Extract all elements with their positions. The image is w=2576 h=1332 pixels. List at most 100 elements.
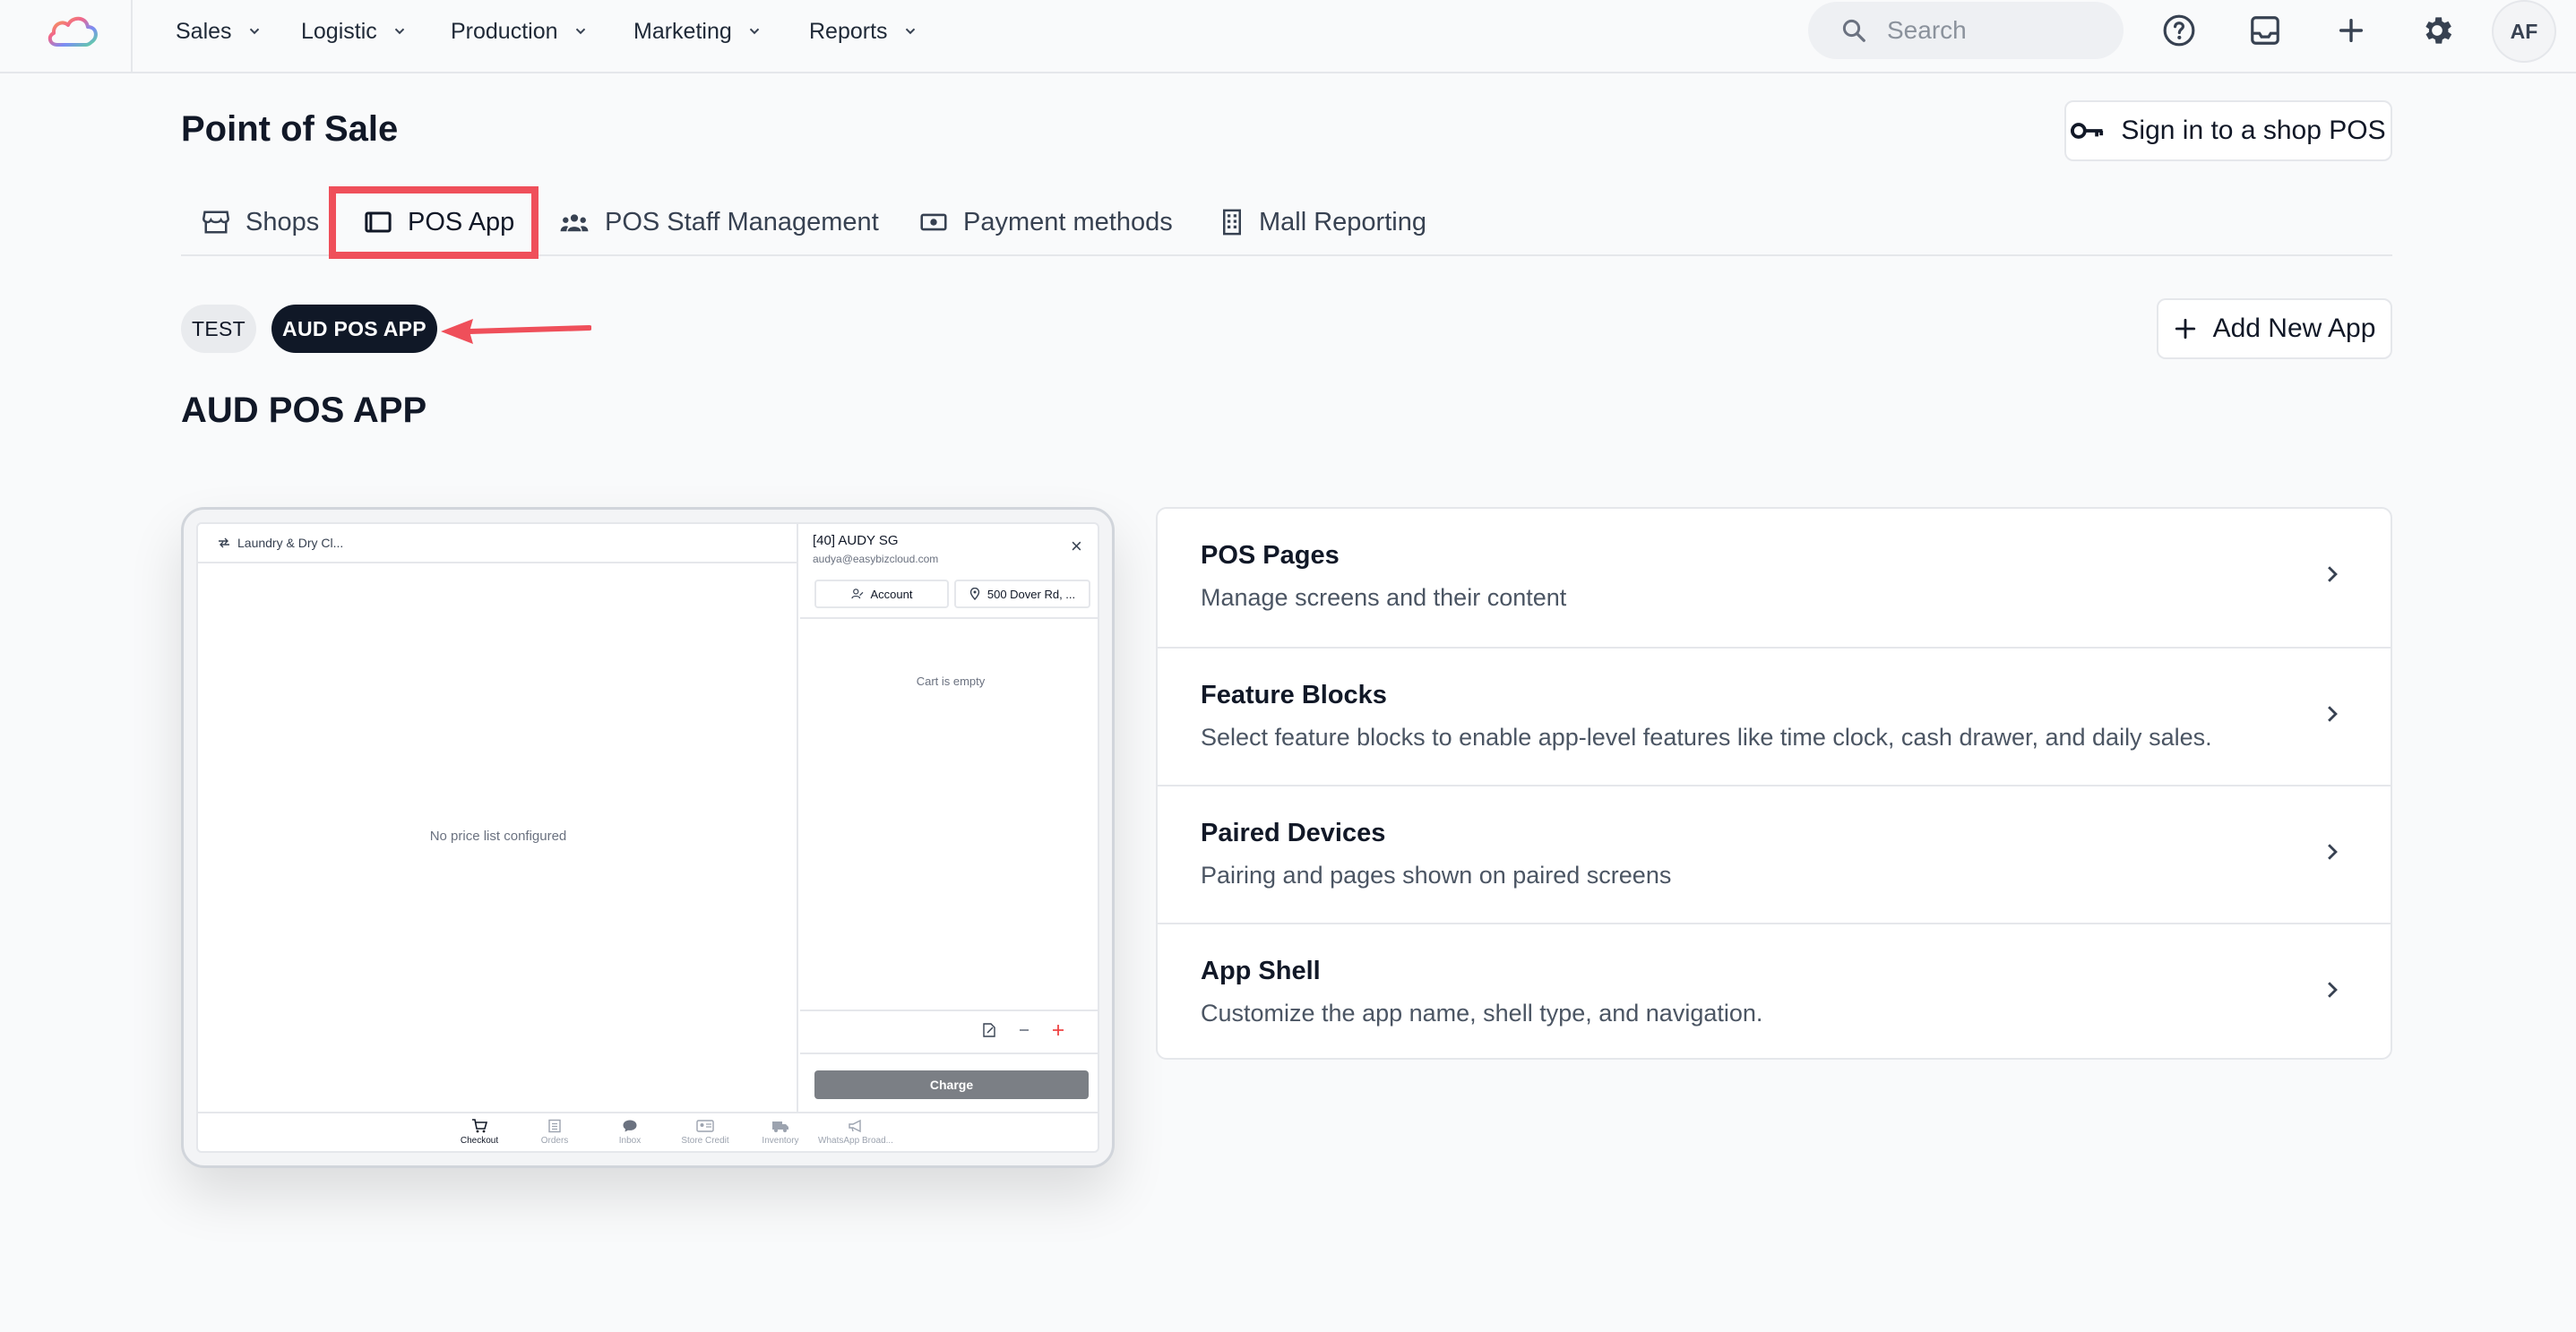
- preview-charge-button: Charge: [814, 1070, 1089, 1099]
- list-icon: [548, 1119, 561, 1133]
- building-icon: [1223, 209, 1241, 236]
- add-new-app-button[interactable]: Add New App: [2157, 298, 2392, 359]
- app-chip-aud-pos-app[interactable]: AUD POS APP: [271, 305, 437, 353]
- inbox-icon[interactable]: [2247, 13, 2283, 48]
- settings-row-description: Manage screens and their content: [1201, 584, 1567, 611]
- search-input[interactable]: [1887, 16, 2093, 45]
- preview-customer-name: [40] AUDY SG: [813, 533, 899, 548]
- megaphone-icon: [849, 1119, 861, 1133]
- id-card-icon: [696, 1120, 714, 1132]
- preview-nav-checkout: Checkout: [442, 1119, 517, 1146]
- search-icon: [1842, 19, 1865, 42]
- user-avatar[interactable]: AF: [2492, 0, 2556, 63]
- preview-no-price-list: No price list configured: [429, 829, 567, 844]
- preview-cart-actions: [981, 1022, 1065, 1038]
- nav-reports[interactable]: Reports: [809, 14, 918, 48]
- plus-icon[interactable]: [2333, 13, 2369, 48]
- settings-row-title: App Shell: [1201, 957, 1321, 985]
- tab-mall-reporting[interactable]: Mall Reporting: [1221, 204, 1426, 240]
- preview-customer-email: audya@easybizcloud.com: [813, 553, 939, 565]
- nav-marketing[interactable]: Marketing: [633, 14, 762, 48]
- preview-nav-label: Inventory: [762, 1136, 799, 1146]
- settings-row-description: Pairing and pages shown on paired screen…: [1201, 862, 1672, 889]
- preview-cart-panel: [40] AUDY SG audya@easybizcloud.com × Ac…: [800, 524, 1098, 1112]
- nav-reports-label: Reports: [809, 18, 888, 44]
- settings-row-title: POS Pages: [1201, 541, 1340, 570]
- settings-row-pos-pages[interactable]: POS Pages Manage screens and their conte…: [1158, 509, 2391, 647]
- nav-production-label: Production: [451, 18, 558, 44]
- settings-row-description: Select feature blocks to enable app-leve…: [1201, 724, 2212, 751]
- user-edit-icon: [850, 589, 863, 599]
- preview-divider: [800, 617, 1098, 619]
- help-icon[interactable]: [2161, 13, 2197, 48]
- settings-row-description: Customize the app name, shell type, and …: [1201, 1000, 1763, 1027]
- cloud-logo-icon[interactable]: [45, 11, 100, 50]
- minus-icon: [1020, 1029, 1029, 1031]
- map-pin-icon: [969, 588, 980, 600]
- page-title: Point of Sale: [181, 109, 399, 149]
- preview-account-label: Account: [870, 587, 913, 601]
- nav-marketing-label: Marketing: [633, 18, 732, 44]
- chevron-down-icon: [394, 28, 404, 35]
- annotation-highlight-box: [329, 186, 538, 259]
- chevron-right-icon: [2328, 844, 2338, 860]
- settings-row-paired-devices[interactable]: Paired Devices Pairing and pages shown o…: [1158, 786, 2391, 924]
- gear-icon[interactable]: [2419, 13, 2455, 48]
- chat-bubble-icon: [623, 1120, 637, 1132]
- storefront-icon: [202, 211, 229, 234]
- preview-nav-store-credit: Store Credit: [668, 1119, 743, 1146]
- nav-sales-label: Sales: [176, 18, 232, 44]
- nav-sales[interactable]: Sales: [176, 14, 263, 48]
- swap-arrows-icon: [219, 537, 229, 548]
- preview-charge-label: Charge: [929, 1078, 974, 1092]
- tab-shops[interactable]: Shops: [202, 204, 319, 240]
- banknote-icon: [920, 213, 947, 231]
- tab-payment-methods-label: Payment methods: [963, 207, 1173, 236]
- preview-nav-label: Inbox: [618, 1136, 642, 1146]
- preview-address-label: 500 Dover Rd, ...: [986, 587, 1076, 601]
- chevron-right-icon: [2328, 706, 2338, 722]
- settings-row-app-shell[interactable]: App Shell Customize the app name, shell …: [1158, 924, 2391, 1058]
- settings-row-title: Paired Devices: [1201, 819, 1386, 847]
- people-icon: [560, 214, 589, 232]
- preview-nav-inventory: Inventory: [743, 1119, 818, 1146]
- chevron-down-icon: [749, 28, 759, 35]
- preview-catalog-panel: Laundry & Dry Cl... No price list config…: [198, 524, 798, 1112]
- preview-divider: [800, 1010, 1098, 1011]
- preview-account-button: Account: [814, 580, 949, 608]
- settings-row-feature-blocks[interactable]: Feature Blocks Select feature blocks to …: [1158, 649, 2391, 786]
- plus-icon: [1053, 1025, 1064, 1036]
- nav-logistic-label: Logistic: [301, 18, 377, 44]
- app-settings-list: POS Pages Manage screens and their conte…: [1156, 507, 2392, 1060]
- plus-icon: [2175, 318, 2195, 339]
- avatar-initials: AF: [2510, 19, 2538, 43]
- chevron-right-icon: [2328, 982, 2338, 998]
- section-title: AUD POS APP: [181, 391, 427, 430]
- nav-logistic[interactable]: Logistic: [301, 14, 408, 48]
- preview-cart-empty: Cart is empty: [916, 675, 986, 688]
- preview-nav-label: Checkout: [460, 1136, 499, 1146]
- search-box[interactable]: [1808, 2, 2124, 59]
- tab-pos-staff-management[interactable]: POS Staff Management: [560, 204, 879, 240]
- app-chip-test[interactable]: TEST: [181, 305, 256, 353]
- truck-icon: [772, 1121, 788, 1132]
- preview-nav-inbox: Inbox: [592, 1119, 668, 1146]
- preview-nav-whatsapp-broadcast: WhatsApp Broad...: [818, 1119, 893, 1146]
- app-chip-test-label: TEST: [192, 316, 246, 340]
- add-new-app-label: Add New App: [2212, 314, 2376, 343]
- close-icon: ×: [1071, 535, 1082, 557]
- note-edit-icon: [983, 1023, 995, 1037]
- preview-bottom-nav: Checkout Orders Inbox Store Credit Inven…: [198, 1112, 1098, 1151]
- annotation-arrow: [439, 314, 591, 349]
- nav-production[interactable]: Production: [451, 14, 589, 48]
- preview-nav-label: WhatsApp Broad...: [818, 1136, 893, 1146]
- sign-in-shop-pos-button[interactable]: Sign in to a shop POS: [2064, 100, 2392, 161]
- top-navigation: Sales Logistic Production Marketing Repo…: [0, 0, 2576, 73]
- chevron-down-icon: [905, 28, 915, 35]
- key-icon: [2071, 123, 2104, 139]
- tab-payment-methods[interactable]: Payment methods: [920, 204, 1173, 240]
- cart-icon: [472, 1119, 487, 1133]
- preview-nav-orders: Orders: [517, 1119, 592, 1146]
- app-chip-aud-pos-app-label: AUD POS APP: [282, 316, 426, 340]
- settings-row-title: Feature Blocks: [1201, 681, 1387, 709]
